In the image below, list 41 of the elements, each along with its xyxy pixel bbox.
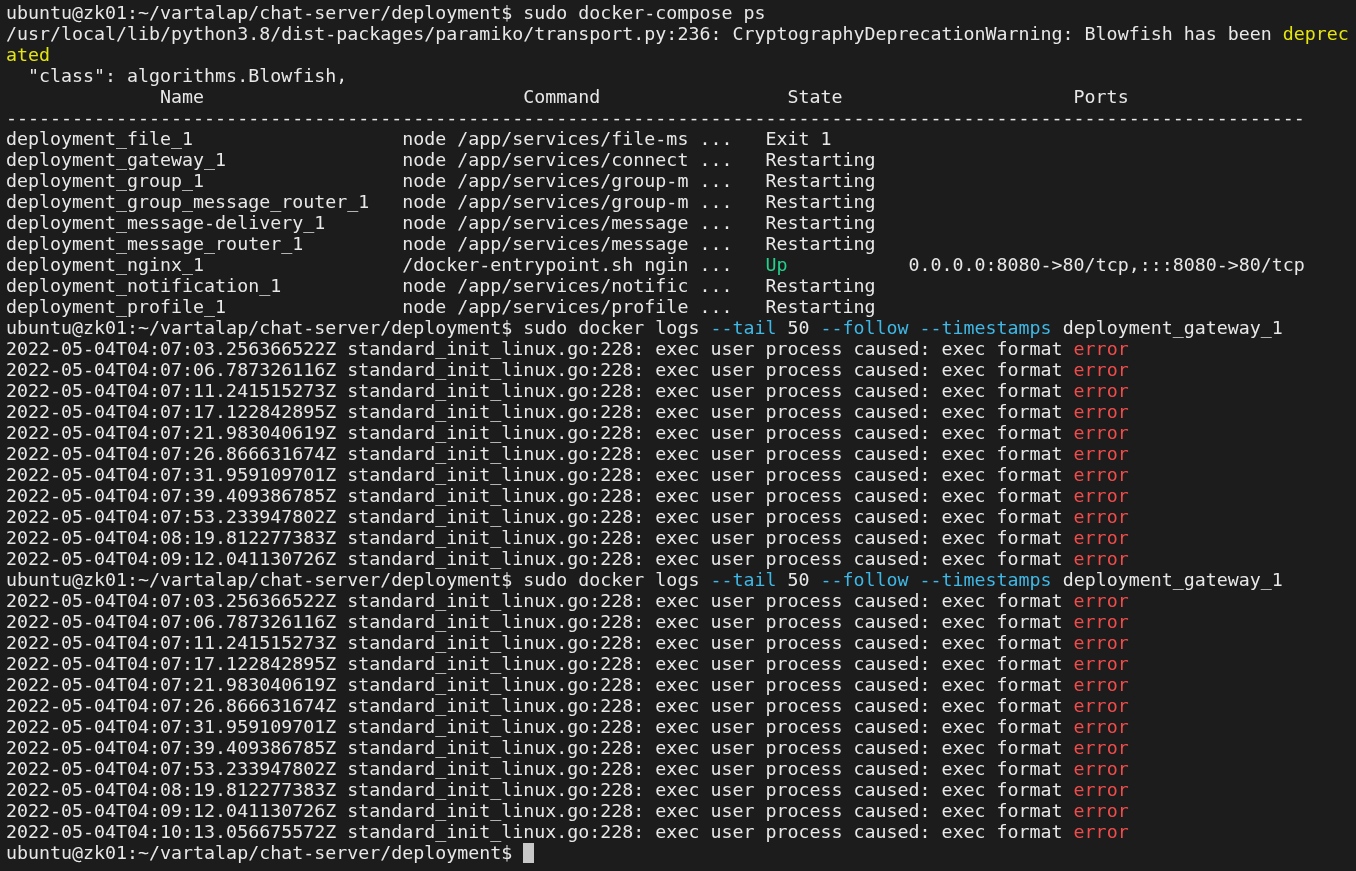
terminal-line: 2022-05-04T04:07:03.256366522Z standard_init_linux.go:228: exec user process caused: exec format error [6, 590, 1129, 611]
terminal-line: deployment_group_message_router_1 node /app/services/group-m ... Restarting [6, 191, 876, 212]
terminal-line: deployment_message_router_1 node /app/services/message ... Restarting [6, 233, 876, 254]
terminal-line: deployment_profile_1 node /app/services/profile ... Restarting [6, 296, 876, 317]
terminal-line: 2022-05-04T04:07:03.256366522Z standard_init_linux.go:228: exec user process caused: exec format error [6, 338, 1129, 359]
terminal-line: 2022-05-04T04:09:12.041130726Z standard_init_linux.go:228: exec user process caused: exec format error [6, 548, 1129, 569]
terminal-line: ubuntu@zk01:~/vartalap/chat-server/deployment$ [6, 842, 514, 863]
terminal-line: 2022-05-04T04:07:39.409386785Z standard_init_linux.go:228: exec user process caused: exec format error [6, 737, 1129, 758]
terminal-line: deployment_file_1 node /app/services/file-ms ... Exit 1 [6, 128, 832, 149]
terminal-line: "class": algorithms.Blowfish, [27, 65, 348, 86]
terminal-line: 2022-05-04T04:07:21.983040619Z standard_init_linux.go:228: exec user process caused: exec format error [6, 422, 1129, 443]
terminal-line: 2022-05-04T04:07:17.122842895Z standard_init_linux.go:228: exec user process caused: exec format error [6, 401, 1129, 422]
terminal-line: Name Command State Ports [159, 86, 1129, 107]
terminal-line: 2022-05-04T04:07:06.787326116Z standard_init_linux.go:228: exec user process caused: exec format error [6, 611, 1129, 632]
terminal-line: 2022-05-04T04:07:21.983040619Z standard_init_linux.go:228: exec user process caused: exec format error [6, 674, 1129, 695]
terminal-line: 2022-05-04T04:08:19.812277383Z standard_init_linux.go:228: exec user process caused: exec format error [6, 779, 1129, 800]
terminal-line: ated [6, 44, 51, 65]
terminal-line: ubuntu@zk01:~/vartalap/chat-server/deployment$ sudo docker logs --tail 50 --follow --timestamps deployment_gateway_1 [6, 317, 1283, 338]
terminal-line: deployment_message-delivery_1 node /app/services/message ... Restarting [6, 212, 876, 233]
terminal-line: 2022-05-04T04:07:39.409386785Z standard_init_linux.go:228: exec user process caused: exec format error [6, 485, 1129, 506]
terminal-line: deployment_group_1 node /app/services/group-m ... Restarting [6, 170, 876, 191]
terminal-line: ---------------------------------------------------------------------------------------------------------------------- [6, 107, 1305, 128]
terminal-line: 2022-05-04T04:07:06.787326116Z standard_init_linux.go:228: exec user process caused: exec format error [6, 359, 1129, 380]
terminal-line: 2022-05-04T04:07:11.241515273Z standard_init_linux.go:228: exec user process caused: exec format error [6, 380, 1129, 401]
terminal-line: 2022-05-04T04:07:31.959109701Z standard_init_linux.go:228: exec user process caused: exec format error [6, 464, 1129, 485]
terminal-line: 2022-05-04T04:07:31.959109701Z standard_init_linux.go:228: exec user process caused: exec format error [6, 716, 1129, 737]
terminal-line: deployment_nginx_1 /docker-entrypoint.sh ngin ... Up 0.0.0.0:8080->80/tcp,:::8080->80/tcp [6, 254, 1305, 275]
terminal-line: 2022-05-04T04:07:53.233947802Z standard_init_linux.go:228: exec user process caused: exec format error [6, 506, 1129, 527]
terminal-line: 2022-05-04T04:07:17.122842895Z standard_init_linux.go:228: exec user process caused: exec format error [6, 653, 1129, 674]
terminal-line: 2022-05-04T04:07:26.866631674Z standard_init_linux.go:228: exec user process caused: exec format error [6, 695, 1129, 716]
terminal-line: deployment_gateway_1 node /app/services/connect ... Restarting [6, 149, 876, 170]
terminal-line: 2022-05-04T04:07:11.241515273Z standard_init_linux.go:228: exec user process caused: exec format error [6, 632, 1129, 653]
terminal-line: 2022-05-04T04:07:26.866631674Z standard_init_linux.go:228: exec user process caused: exec format error [6, 443, 1129, 464]
terminal-line: 2022-05-04T04:07:53.233947802Z standard_init_linux.go:228: exec user process caused: exec format error [6, 758, 1129, 779]
terminal-line: /usr/local/lib/python3.8/dist-packages/paramiko/transport.py:236: CryptographyDeprecationWarning: Blowfish has been deprec [6, 23, 1349, 44]
terminal-line: 2022-05-04T04:09:12.041130726Z standard_init_linux.go:228: exec user process caused: exec format error [6, 800, 1129, 821]
terminal-line: 2022-05-04T04:10:13.056675572Z standard_init_linux.go:228: exec user process caused: exec format error [6, 821, 1129, 842]
terminal-line: 2022-05-04T04:08:19.812277383Z standard_init_linux.go:228: exec user process caused: exec format error [6, 527, 1129, 548]
terminal-line: deployment_notification_1 node /app/services/notific ... Restarting [6, 275, 876, 296]
terminal-line: ubuntu@zk01:~/vartalap/chat-server/deployment$ sudo docker-compose ps [6, 2, 766, 23]
terminal-line: ubuntu@zk01:~/vartalap/chat-server/deployment$ sudo docker logs --tail 50 --follow --timestamps deployment_gateway_1 [6, 569, 1283, 590]
